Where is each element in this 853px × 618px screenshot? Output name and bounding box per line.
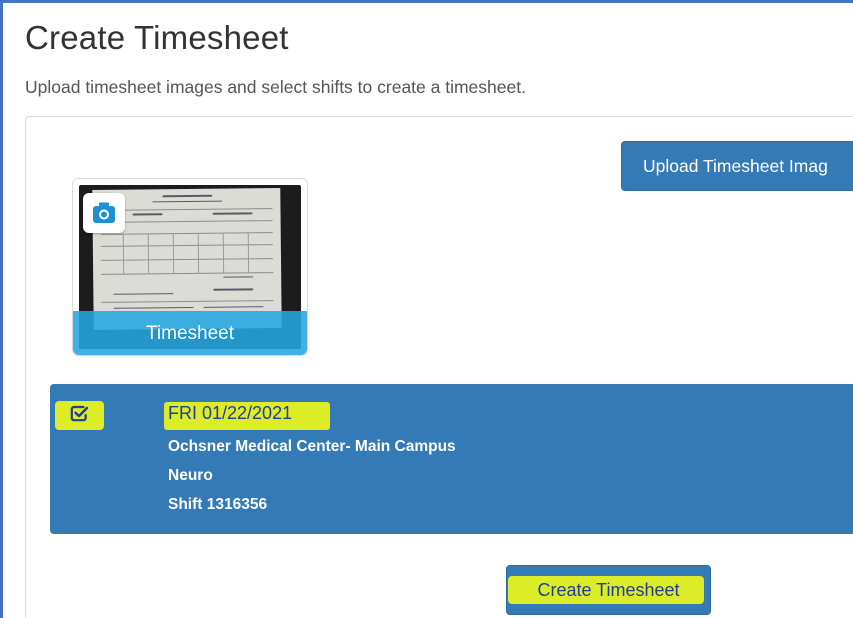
- page-title: Create Timesheet: [25, 19, 289, 56]
- shift-unit: Neuro: [168, 467, 213, 484]
- shift-date: FRI 01/22/2021: [168, 403, 293, 423]
- shift-facility: Ochsner Medical Center- Main Campus: [168, 438, 456, 455]
- page-subtitle: Upload timesheet images and select shift…: [25, 77, 526, 97]
- thumbnail-label: Timesheet: [73, 311, 307, 355]
- camera-icon: [93, 202, 115, 223]
- app-frame: Create Timesheet Upload timesheet images…: [0, 0, 853, 618]
- upload-timesheet-image-button[interactable]: Upload Timesheet Imag: [621, 141, 853, 191]
- checked-checkbox-icon[interactable]: [70, 405, 89, 422]
- create-timesheet-label[interactable]: Create Timesheet: [506, 565, 711, 615]
- shift-number: Shift 1316356: [168, 496, 268, 513]
- camera-badge[interactable]: [83, 193, 125, 233]
